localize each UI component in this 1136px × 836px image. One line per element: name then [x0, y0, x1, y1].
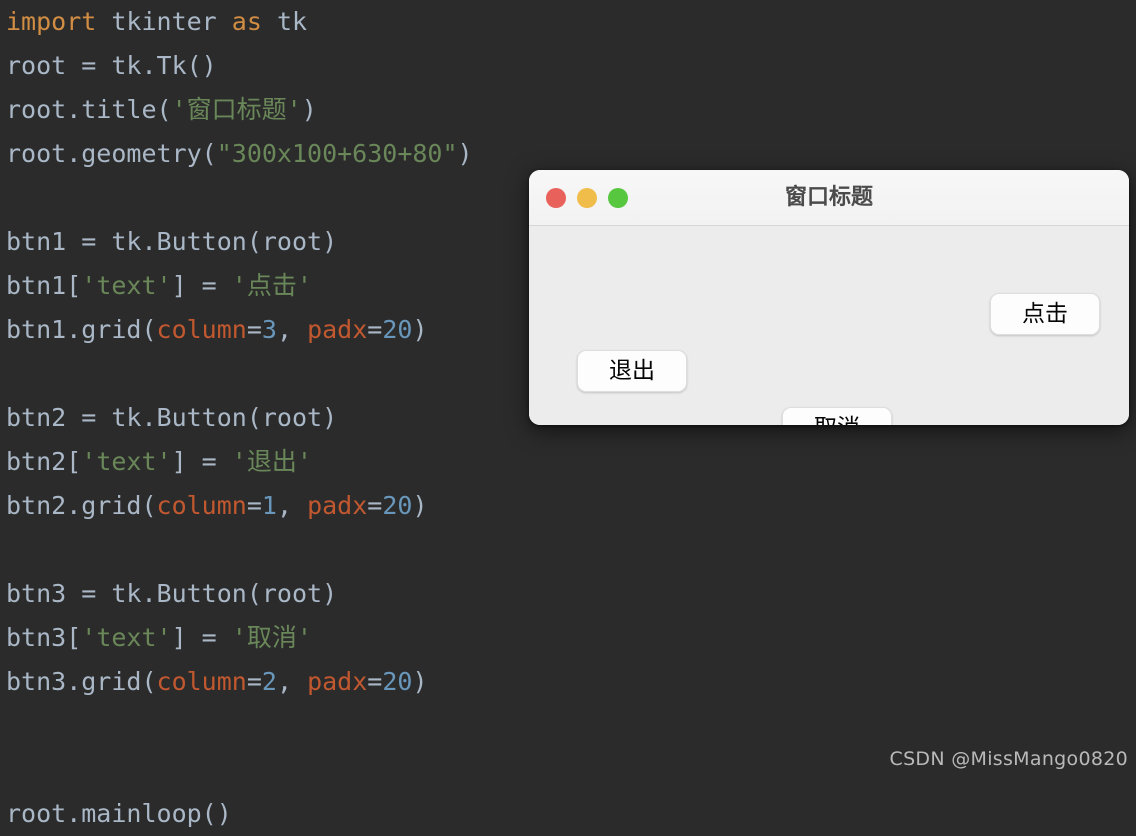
code-token: ) — [412, 315, 428, 344]
code-token: 1 — [261, 491, 277, 520]
code-token: column — [156, 667, 247, 696]
code-token: ] = — [171, 447, 232, 476]
code-token: 'text' — [81, 623, 172, 652]
window-content-area: 点击 退出 取消 — [529, 226, 1129, 425]
code-token: = — [246, 491, 262, 520]
code-token: btn3.grid( — [6, 667, 157, 696]
code-line: btn2['text'] = '退出' — [0, 440, 1136, 484]
code-token: padx — [307, 491, 368, 520]
code-token: root = tk.Tk() — [6, 51, 217, 80]
code-token: '窗口标题' — [171, 95, 302, 124]
code-token: root.title( — [6, 95, 172, 124]
code-line: btn2.grid(column=1, padx=20) — [0, 484, 1136, 528]
code-token: = — [367, 491, 383, 520]
code-token: 20 — [382, 491, 413, 520]
code-line: btn3 = tk.Button(root) — [0, 572, 1136, 616]
code-token: btn1.grid( — [6, 315, 157, 344]
code-token: btn2.grid( — [6, 491, 157, 520]
code-token: 'text' — [81, 271, 172, 300]
tkinter-window[interactable]: 窗口标题 点击 退出 取消 — [529, 170, 1129, 425]
code-token: as — [231, 7, 262, 36]
code-token: 3 — [261, 315, 277, 344]
code-line: import tkinter as tk — [0, 0, 1136, 44]
click-button[interactable]: 点击 — [990, 293, 1100, 335]
code-token: root.mainloop() — [6, 799, 232, 828]
code-token: , — [276, 315, 308, 344]
code-token: ) — [457, 139, 473, 168]
code-token: ] = — [171, 623, 232, 652]
code-token: ) — [301, 95, 317, 124]
code-line: root.mainloop() — [0, 792, 1136, 836]
code-token: , — [276, 667, 308, 696]
quit-button[interactable]: 退出 — [577, 350, 687, 392]
code-token: "300x100+630+80" — [216, 139, 458, 168]
code-token: = — [367, 667, 383, 696]
code-token: ) — [412, 667, 428, 696]
code-token: tkinter — [96, 7, 232, 36]
code-line: root.title('窗口标题') — [0, 88, 1136, 132]
code-token: ) — [412, 491, 428, 520]
code-token: btn1[ — [6, 271, 82, 300]
code-token: '点击' — [231, 271, 312, 300]
code-token: btn2 = tk.Button(root) — [6, 403, 338, 432]
code-token: '取消' — [231, 623, 312, 652]
code-line: root = tk.Tk() — [0, 44, 1136, 88]
code-token: ] = — [171, 271, 232, 300]
watermark-text: CSDN @MissMango0820 — [889, 748, 1128, 770]
window-title: 窗口标题 — [784, 185, 873, 210]
code-token: 2 — [261, 667, 277, 696]
cancel-button[interactable]: 取消 — [782, 407, 892, 425]
code-token: = — [246, 667, 262, 696]
code-token: import — [6, 7, 97, 36]
code-token: root.geometry( — [6, 139, 217, 168]
code-token: padx — [307, 667, 368, 696]
code-token: column — [156, 315, 247, 344]
code-token: 20 — [382, 667, 413, 696]
code-line: btn3.grid(column=2, padx=20) — [0, 660, 1136, 704]
window-title-bar[interactable]: 窗口标题 — [529, 170, 1129, 226]
code-token: btn1 = tk.Button(root) — [6, 227, 338, 256]
code-token: btn3 = tk.Button(root) — [6, 579, 338, 608]
code-token: 20 — [382, 315, 413, 344]
code-token: 'text' — [81, 447, 172, 476]
code-token: tk — [261, 7, 308, 36]
code-token: = — [367, 315, 383, 344]
code-token: '退出' — [231, 447, 312, 476]
code-token: btn2[ — [6, 447, 82, 476]
code-token: padx — [307, 315, 368, 344]
code-token: = — [246, 315, 262, 344]
code-token: btn3[ — [6, 623, 82, 652]
code-token: , — [276, 491, 308, 520]
code-line: btn3['text'] = '取消' — [0, 616, 1136, 660]
code-token: column — [156, 491, 247, 520]
